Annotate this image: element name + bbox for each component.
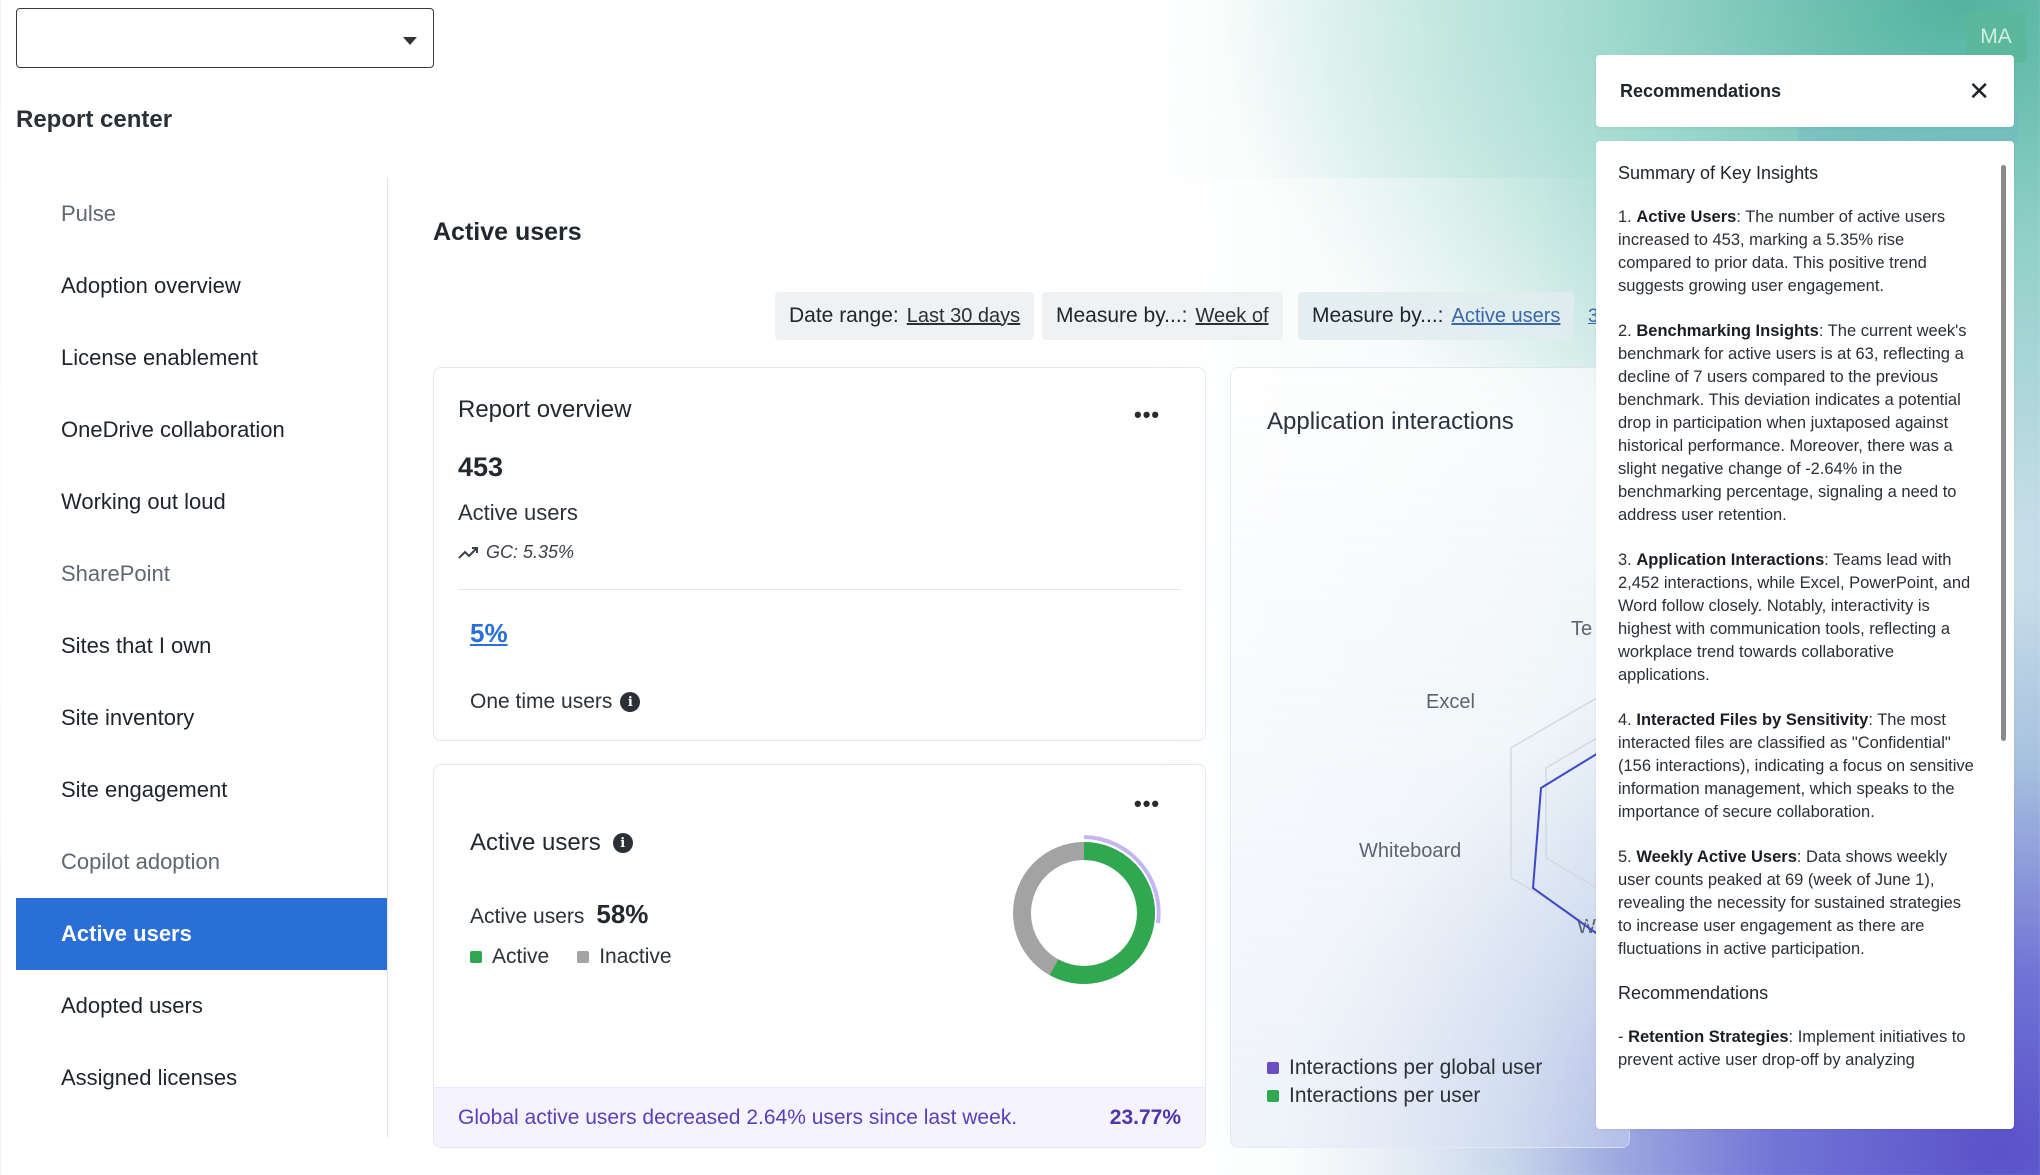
filter-measure-by-users[interactable]: Measure by...: Active users: [1298, 292, 1575, 340]
growth-text: GC: 5.35%: [486, 542, 575, 562]
legend-item-global: Interactions per global user: [1267, 1056, 1542, 1080]
insight-number: 5.: [1618, 848, 1637, 866]
legend-swatch: [1267, 1062, 1279, 1074]
sidebar-item-adoption-overview[interactable]: Adoption overview: [16, 250, 387, 322]
stat-label: Active users: [470, 905, 585, 928]
filter-value[interactable]: Week of: [1196, 305, 1269, 328]
insight-title: Benchmarking Insights: [1636, 322, 1819, 340]
insight-number: -: [1618, 1028, 1629, 1046]
insight-number: 2.: [1618, 322, 1637, 340]
stat-value: 58%: [596, 899, 649, 929]
page-title: Active users: [433, 218, 582, 246]
filter-label: Measure by...:: [1056, 304, 1188, 327]
sidebar-item-working-out-loud[interactable]: Working out loud: [16, 466, 387, 538]
insight-item: 2. Benchmarking Insights: The current we…: [1618, 320, 1978, 527]
info-icon[interactable]: i: [612, 833, 633, 853]
report-sidebar: Pulse Adoption overview License enablement…: [16, 178, 388, 1138]
insight-number: 3.: [1618, 551, 1637, 569]
legend-swatch-inactive: [577, 951, 590, 963]
footer-percent: 23.77%: [1109, 1105, 1181, 1129]
trend-up-icon: [458, 546, 478, 559]
active-users-count: 453: [458, 452, 504, 482]
filter-value[interactable]: Active users: [1452, 305, 1561, 328]
insight-title: Application Interactions: [1636, 551, 1825, 569]
one-time-users-label: One time users i: [470, 690, 641, 714]
legend-item-user: Interactions per user: [1267, 1084, 1480, 1108]
sidebar-item-adopted-users[interactable]: Adopted users: [16, 970, 387, 1042]
info-icon[interactable]: i: [620, 692, 641, 712]
one-time-users-percent-link[interactable]: 5%: [470, 618, 508, 649]
sidebar-item-site-inventory[interactable]: Site inventory: [16, 682, 387, 754]
active-users-stat: Active users 58%: [470, 899, 648, 930]
recommendations-subheading: Recommendations: [1618, 983, 1769, 1003]
recommendations-panel[interactable]: Summary of Key Insights 1. Active Users:…: [1596, 141, 2014, 1129]
insight-item: 5. Weekly Active Users: Data shows weekl…: [1618, 846, 1978, 961]
donut-legend: Active Inactive: [470, 945, 672, 969]
close-icon[interactable]: ✕: [1968, 76, 1990, 107]
legend-label-active: Active: [492, 945, 550, 968]
footer-message: Global active users decreased 2.64% user…: [458, 1105, 1018, 1129]
insight-item: 1. Active Users: The number of active us…: [1618, 206, 1978, 298]
sidebar-item-license-enablement[interactable]: License enablement: [16, 322, 387, 394]
one-time-users-text: One time users: [470, 690, 613, 713]
legend-swatch: [1267, 1090, 1279, 1102]
insight-item: 3. Application Interactions: Teams lead …: [1618, 549, 1978, 687]
recommendation-list: - Retention Strategies: Implement initia…: [1618, 1026, 1978, 1072]
insight-text: : Teams lead with 2,452 interactions, wh…: [1618, 551, 1971, 684]
insight-text: : The current week's benchmark for activ…: [1618, 322, 1967, 524]
active-users-label: Active users: [458, 500, 578, 525]
recommendations-content: Summary of Key Insights 1. Active Users:…: [1618, 163, 1978, 1129]
insight-item: - Retention Strategies: Implement initia…: [1618, 1026, 1978, 1072]
insight-list: 1. Active Users: The number of active us…: [1618, 206, 1978, 961]
divider: [458, 589, 1181, 590]
legend-label: Interactions per user: [1289, 1084, 1481, 1107]
recommendations-title: Recommendations: [1620, 80, 1782, 101]
more-options-icon[interactable]: •••: [1134, 402, 1160, 428]
report-overview-card: Report overview ••• 453 Active users GC:…: [433, 367, 1206, 741]
insight-title: Interacted Files by Sensitivity: [1636, 711, 1869, 729]
sidebar-item-sharepoint[interactable]: SharePoint: [16, 538, 387, 610]
application-interactions-card: Application interactions Te Excel Whiteb…: [1230, 367, 1632, 1148]
insight-title: Retention Strategies: [1628, 1028, 1789, 1046]
legend-swatch-active: [470, 951, 482, 963]
sidebar-item-copilot-adoption[interactable]: Copilot adoption: [16, 826, 387, 898]
summary-heading: Summary of Key Insights: [1618, 163, 1819, 183]
legend-label-inactive: Inactive: [599, 945, 672, 968]
legend-label: Interactions per global user: [1289, 1056, 1543, 1079]
chevron-down-icon: [403, 37, 417, 45]
active-users-donut-chart: [1013, 835, 1161, 984]
insight-title: Weekly Active Users: [1636, 848, 1797, 866]
radar-axis-label: Excel: [1426, 691, 1475, 713]
filter-value[interactable]: Last 30 days: [907, 305, 1020, 328]
card-title: Application interactions: [1267, 408, 1514, 435]
recommendations-header: Recommendations ✕: [1596, 55, 2014, 127]
insight-number: 1.: [1618, 208, 1637, 226]
sidebar-item-assigned-licenses[interactable]: Assigned licenses: [16, 1042, 387, 1114]
insight-title: Active Users: [1636, 208, 1737, 226]
filter-label: Date range:: [789, 304, 899, 327]
sidebar-item-site-engagement[interactable]: Site engagement: [16, 754, 387, 826]
active-users-footer: Global active users decreased 2.64% user…: [434, 1087, 1205, 1147]
card-title: Report overview: [458, 396, 632, 423]
filter-label: Measure by...:: [1312, 304, 1444, 327]
growth-indicator: GC: 5.35%: [458, 542, 574, 563]
insight-number: 4.: [1618, 711, 1637, 729]
sidebar-item-pulse[interactable]: Pulse: [16, 178, 387, 250]
workspace-dropdown[interactable]: [16, 8, 434, 68]
filter-date-range[interactable]: Date range: Last 30 days: [775, 292, 1035, 340]
card-title-text: Active users: [470, 829, 601, 856]
radar-axis-label: Whiteboard: [1359, 840, 1462, 862]
more-options-icon[interactable]: •••: [1134, 791, 1160, 817]
card-title: Active users i: [470, 829, 633, 857]
filter-measure-by-week[interactable]: Measure by...: Week of: [1042, 292, 1283, 340]
sidebar-item-sites-that-i-own[interactable]: Sites that I own: [16, 610, 387, 682]
sidebar-item-active-users[interactable]: Active users: [16, 898, 387, 970]
scrollbar[interactable]: [2001, 165, 2006, 741]
page-heading: Report center: [16, 106, 173, 133]
active-users-card: ••• Active users i Active users 58% Acti…: [433, 764, 1206, 1148]
sidebar-item-onedrive-collaboration[interactable]: OneDrive collaboration: [16, 394, 387, 466]
insight-item: 4. Interacted Files by Sensitivity: The …: [1618, 709, 1978, 824]
